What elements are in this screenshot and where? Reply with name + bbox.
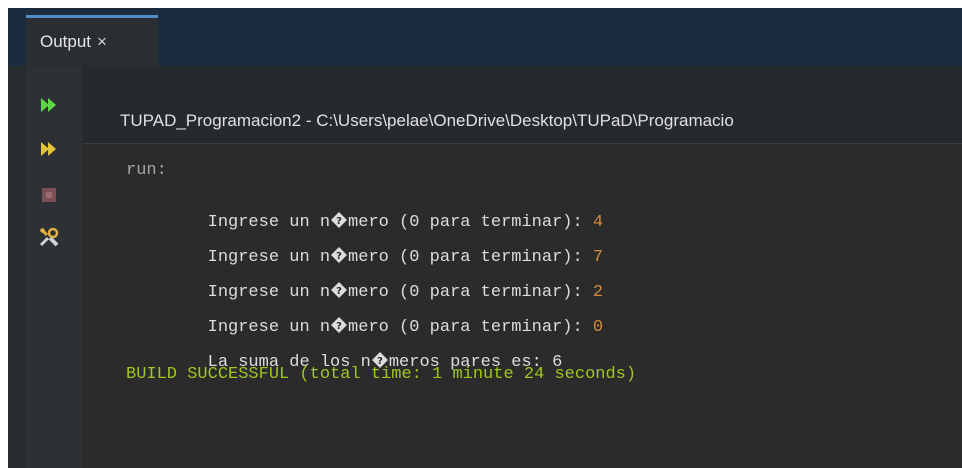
build-status: BUILD SUCCESSFUL (total time: 1 minute 2… <box>126 365 637 384</box>
process-title: TUPAD_Programacion2 - C:\Users\pelae\One… <box>120 111 734 130</box>
output-header: TUPAD_Programacion2 - C:\Users\pelae\One… <box>82 66 962 144</box>
output-window: Output × TUPAD_Programacion2 - C:\Users\… <box>8 8 962 468</box>
tab-output[interactable]: Output × <box>26 15 158 66</box>
input-value: 0 <box>592 318 604 337</box>
close-icon[interactable]: × <box>97 32 107 52</box>
stop-icon[interactable] <box>38 184 60 206</box>
tab-output-label: Output <box>40 32 92 51</box>
left-edge <box>8 66 26 468</box>
rerun-icon[interactable] <box>38 94 60 116</box>
output-tabbar: Output × <box>8 8 962 67</box>
run-label: run: <box>126 161 167 180</box>
console-output[interactable]: run: Ingrese un n? mero (0 para terminar)… <box>82 144 962 468</box>
rerun-with-different-parameters-icon[interactable] <box>38 138 60 160</box>
settings-icon[interactable] <box>38 226 60 248</box>
output-content: TUPAD_Programacion2 - C:\Users\pelae\One… <box>82 66 962 468</box>
output-toolbar <box>26 66 82 468</box>
